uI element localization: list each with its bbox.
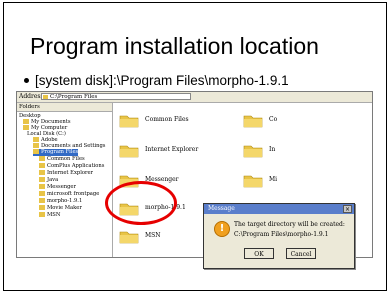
folder-icon (119, 115, 139, 128)
slide-title: Program installation location (30, 33, 319, 59)
folder-icon (39, 177, 45, 182)
tree-item[interactable]: morpho-1.9.1 (39, 198, 82, 205)
ok-button[interactable]: OK (244, 248, 274, 259)
folder-icon (39, 163, 45, 168)
tree-item[interactable]: Messenger (39, 184, 76, 191)
tree-item[interactable]: Movie Maker (39, 205, 82, 212)
folder-icon (33, 149, 39, 154)
folder-item[interactable]: Mi (243, 171, 303, 195)
folder-icon (39, 198, 45, 203)
cancel-button[interactable]: Cancel (286, 248, 316, 259)
folder-icon (39, 205, 45, 210)
tree-item[interactable]: Common Files (39, 156, 85, 163)
tree-item[interactable]: Internet Explorer (39, 170, 93, 177)
tree-item[interactable]: ComPlus Applications (39, 163, 104, 170)
folder-icon (23, 125, 29, 130)
tree-item[interactable]: microsoft frontpage (39, 191, 99, 198)
tree-header: Folders (17, 103, 112, 112)
tree-item-selected[interactable]: Program Files (33, 149, 79, 156)
highlight-ellipse (105, 181, 177, 225)
tree-item[interactable]: MSN (39, 212, 60, 219)
folder-icon (39, 212, 45, 217)
folder-icon (119, 231, 139, 244)
folder-item[interactable]: Internet Explorer (119, 141, 209, 165)
folder-icon (33, 137, 39, 142)
folder-item[interactable]: In (243, 141, 303, 165)
dialog-path: C:\Program Files\morpho-1.9.1 (234, 231, 329, 238)
folder-item[interactable]: Co (243, 111, 303, 135)
bullet-text: [system disk]:\Program Files\morpho-1.9.… (35, 73, 289, 88)
folder-icon (39, 170, 45, 175)
folder-icon (243, 175, 263, 188)
folder-icon (39, 184, 45, 189)
dialog-message: The target directory will be created: (234, 221, 345, 228)
message-dialog: Message × ! The target directory will be… (203, 203, 355, 269)
folder-icon (39, 156, 45, 161)
tree-item[interactable]: Java (39, 177, 58, 184)
folder-item[interactable]: MSN (119, 227, 209, 251)
address-bar: Address C:\Program Files (17, 92, 372, 103)
folder-tree: Folders Desktop My Documents My Computer… (17, 103, 113, 257)
folder-icon (43, 95, 48, 99)
bullet-dot-icon (24, 77, 29, 83)
close-icon[interactable]: × (343, 205, 352, 213)
folder-item[interactable]: Common Files (119, 111, 209, 135)
folder-icon (243, 115, 263, 128)
dialog-title: Message (204, 204, 354, 214)
folder-icon (243, 145, 263, 158)
address-input[interactable]: C:\Program Files (41, 93, 191, 100)
folder-icon (23, 119, 29, 124)
address-value: C:\Program Files (50, 94, 98, 100)
folder-icon (119, 145, 139, 158)
folder-icon (39, 191, 45, 196)
warning-icon: ! (214, 221, 230, 237)
bullet-item: [system disk]:\Program Files\morpho-1.9.… (24, 73, 289, 88)
folder-icon (33, 143, 39, 148)
